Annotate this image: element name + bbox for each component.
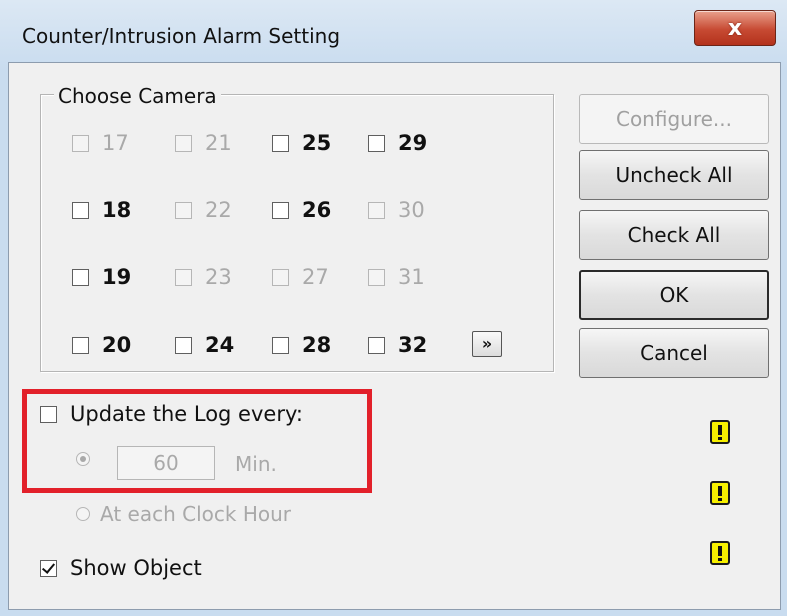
check-all-button[interactable]: Check All [579, 210, 769, 260]
interval-radio [76, 452, 100, 466]
camera-checkbox-29[interactable]: 29 [368, 131, 427, 155]
ok-button[interactable]: OK [579, 270, 769, 320]
camera-checkbox-28[interactable]: 28 [272, 333, 331, 357]
next-cameras-button[interactable]: » [472, 331, 502, 357]
warning-icon [710, 420, 730, 444]
camera-checkbox-21: 21 [175, 131, 232, 155]
uncheck-all-button[interactable]: Uncheck All [579, 150, 769, 200]
camera-checkbox-31: 31 [368, 265, 425, 289]
dialog-window: Counter/Intrusion Alarm Setting x Choose… [0, 0, 787, 616]
camera-checkbox-22: 22 [175, 198, 232, 222]
camera-checkbox-20[interactable]: 20 [72, 333, 131, 357]
show-object-checkbox[interactable]: Show Object [40, 556, 202, 580]
interval-unit-label: Min. [235, 452, 277, 476]
close-icon: x [727, 15, 743, 41]
close-button[interactable]: x [694, 10, 776, 46]
camera-checkbox-18[interactable]: 18 [72, 198, 131, 222]
camera-checkbox-17: 17 [72, 131, 129, 155]
camera-checkbox-30: 30 [368, 198, 425, 222]
update-log-checkbox[interactable]: Update the Log every: [40, 402, 303, 426]
double-chevron-right-icon: » [481, 334, 493, 353]
interval-minutes-input [117, 446, 215, 480]
configure-button[interactable]: Configure... [579, 94, 769, 144]
camera-checkbox-24[interactable]: 24 [175, 333, 234, 357]
camera-checkbox-27: 27 [272, 265, 329, 289]
camera-checkbox-25[interactable]: 25 [272, 131, 331, 155]
camera-checkbox-23: 23 [175, 265, 232, 289]
cancel-button[interactable]: Cancel [579, 328, 769, 378]
clock-hour-radio: At each Clock Hour [76, 502, 291, 526]
choose-camera-label: Choose Camera [54, 84, 221, 108]
window-title: Counter/Intrusion Alarm Setting [22, 24, 341, 48]
camera-checkbox-32[interactable]: 32 [368, 333, 427, 357]
warning-icon [710, 541, 730, 565]
warning-icon [710, 481, 730, 505]
camera-checkbox-26[interactable]: 26 [272, 198, 331, 222]
camera-checkbox-19[interactable]: 19 [72, 265, 131, 289]
